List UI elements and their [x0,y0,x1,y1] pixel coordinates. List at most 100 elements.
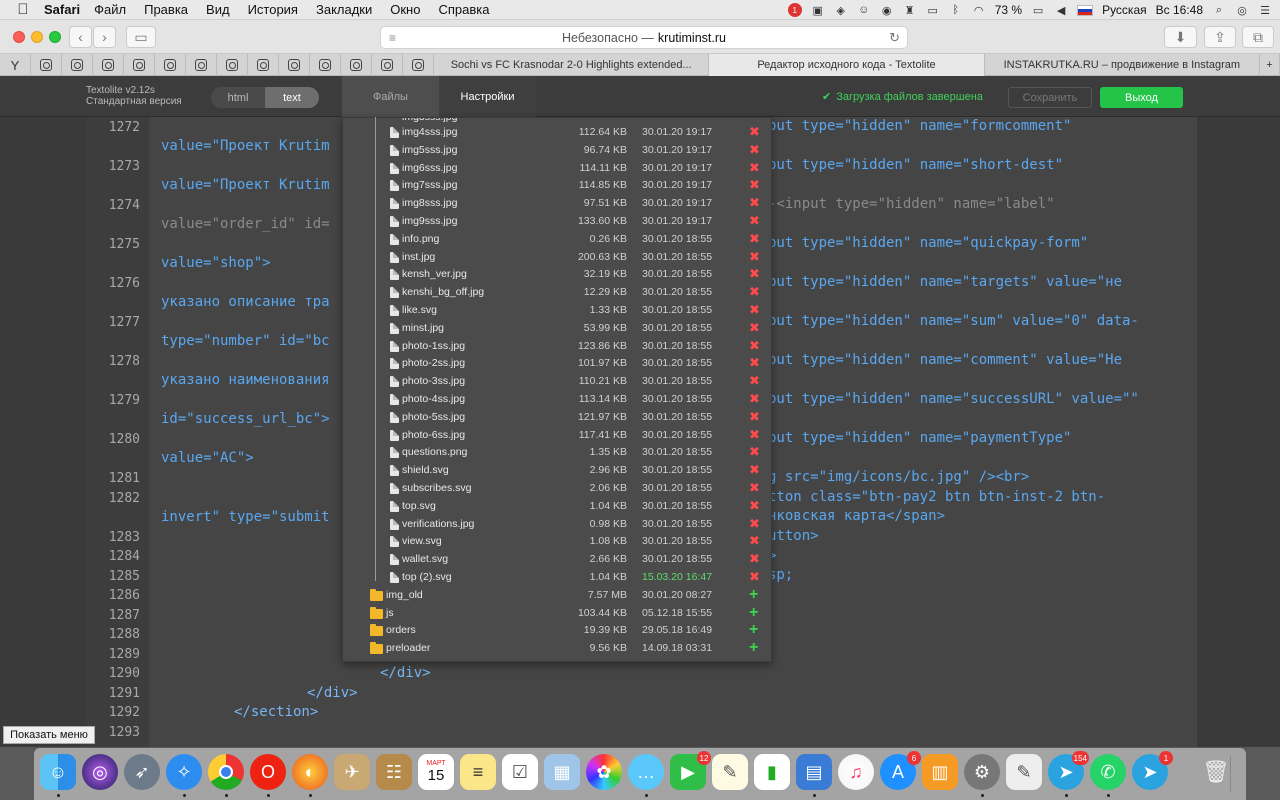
delete-icon[interactable]: ✖ [749,516,760,531]
preview-icon[interactable]: ✈ [334,754,370,790]
file-row[interactable]: img8sss.jpg 97.51 KB 30.01.20 19:17 ✖ [343,195,771,213]
facetime-icon[interactable]: ▶ 12 [670,751,711,790]
downloads-icon[interactable]: ⬇ [1164,26,1197,48]
file-row[interactable]: view.svg 1.08 KB 30.01.20 18:55 ✖ [343,533,771,551]
pinned-tab-instagram-icon[interactable] [62,54,93,76]
delete-icon[interactable]: ✖ [749,552,760,566]
delete-icon[interactable]: ✖ [749,409,760,424]
wifi-icon[interactable]: ◠ [972,3,986,17]
pinned-tab-instagram-icon[interactable] [93,54,124,76]
volume-icon[interactable]: ◀ [1054,3,1068,17]
file-row[interactable]: verifications.jpg 0.98 KB 30.01.20 18:55 ✖ [343,516,771,534]
folder-row[interactable]: img_old 7.57 MB 30.01.20 08:27 + [343,586,771,605]
reload-icon[interactable]: ↻ [889,30,900,46]
delete-icon[interactable]: ✖ [749,285,760,299]
location-icon[interactable]: ◉ [880,3,894,17]
file-row[interactable]: photo-6ss.jpg 117.41 KB 30.01.20 18:55 ✖ [343,427,771,445]
file-row[interactable]: img9sss.jpg 133.60 KB 30.01.20 19:17 ✖ [343,213,771,231]
calendar-icon[interactable]: МАРТ 15 [418,754,454,790]
exit-button[interactable]: Выход [1100,87,1183,108]
firefox-icon[interactable]: ◐ [292,754,328,790]
file-row[interactable]: photo-4ss.jpg 113.14 KB 30.01.20 18:55 ✖ [343,391,771,409]
notification-center-icon[interactable]: ☰ [1258,3,1272,17]
window-minimize-button[interactable] [31,31,43,43]
telegram-icon[interactable]: ➤ 154 [1048,751,1089,790]
file-row[interactable]: photo-1ss.jpg 123.86 KB 30.01.20 18:55 ✖ [343,338,771,356]
delete-icon[interactable]: ✖ [749,231,760,246]
file-row[interactable]: img7sss.jpg 114.85 KB 30.01.20 19:17 ✖ [343,177,771,195]
window-close-button[interactable] [13,31,25,43]
menu-item[interactable]: Справка [438,2,489,17]
pinned-tab-instagram-icon[interactable] [217,54,248,76]
delete-icon[interactable]: ✖ [749,392,760,406]
add-icon[interactable]: + [749,586,758,602]
file-row[interactable]: top (2).svg 1.04 KB 15.03.20 16:47 ✖ [343,569,771,587]
delete-icon[interactable]: ✖ [749,498,760,513]
system-preferences-icon[interactable]: ⚙ [964,754,1000,790]
file-row[interactable]: top.svg 1.04 KB 30.01.20 18:55 ✖ [343,498,771,516]
delete-icon[interactable]: ✖ [749,196,760,210]
pinned-tab-instagram-icon[interactable] [403,54,434,76]
file-row[interactable]: kensh_ver.jpg 32.19 KB 30.01.20 18:55 ✖ [343,266,771,284]
screen-icon[interactable]: ▣ [811,3,825,17]
display-icon[interactable]: ▭ [926,3,940,17]
spotlight-icon[interactable]: ⌕ [1212,3,1226,17]
folder-row[interactable]: orders 19.39 KB 29.05.18 16:49 + [343,622,771,640]
chrome-icon[interactable] [208,754,244,790]
apple-icon[interactable]:  [14,1,32,18]
delete-icon[interactable]: ✖ [749,303,760,317]
menu-item[interactable]: История [248,2,298,17]
input-language[interactable]: Русская [1102,3,1147,17]
file-browser-panel[interactable]: img3sss.jpg img4sss.jpg 112.64 KB 30.01.20 … [342,117,772,662]
file-row[interactable]: inst.jpg 200.63 KB 30.01.20 18:55 ✖ [343,249,771,267]
pinned-tab-instagram-icon[interactable] [186,54,217,76]
telegram-desktop-icon[interactable]: ➤ 1 [1132,751,1173,790]
folder-row[interactable]: js 103.44 KB 05.12.18 15:55 + [343,604,771,623]
file-row[interactable]: photo-3ss.jpg 110.21 KB 30.01.20 18:55 ✖ [343,373,771,391]
trash-icon[interactable]: 🗑 [1198,754,1234,790]
delete-icon[interactable]: ✖ [749,178,760,192]
forward-button[interactable]: › [93,26,116,48]
delete-icon[interactable]: ✖ [749,374,760,388]
delete-icon[interactable]: ✖ [749,338,760,353]
add-icon[interactable]: + [749,622,758,638]
pinned-tab-instagram-icon[interactable] [248,54,279,76]
photos-icon[interactable]: ✿ [586,754,622,790]
hat-icon[interactable]: ♜ [903,3,917,17]
file-row[interactable]: img5sss.jpg 96.74 KB 30.01.20 19:17 ✖ [343,142,771,160]
delete-icon[interactable]: ✖ [749,214,760,228]
whatsapp-icon[interactable]: ✆ [1090,754,1126,790]
save-button[interactable]: Сохранить [1008,87,1092,108]
pinned-tab-instagram-icon[interactable] [31,54,62,76]
delete-icon[interactable]: ✖ [749,320,760,335]
file-row[interactable]: like.svg 1.33 KB 30.01.20 18:55 ✖ [343,302,771,320]
opera-icon[interactable]: O [250,754,286,790]
folder-row[interactable]: preloader 9.56 KB 14.09.18 03:31 + [343,640,771,658]
notes-icon[interactable]: ≡ [460,754,496,790]
pinned-tab-instagram-icon[interactable] [124,54,155,76]
music-icon[interactable]: ♫ [838,754,874,790]
menu-item[interactable]: Файл [94,2,126,17]
contacts-icon[interactable]: ☷ [376,754,412,790]
pinned-tab-instagram-icon[interactable] [372,54,403,76]
add-icon[interactable]: + [749,604,758,620]
file-row[interactable]: kenshi_bg_off.jpg 12.29 KB 30.01.20 18:55 ✖ [343,284,771,302]
reminders-icon[interactable]: ☑ [502,754,538,790]
app-icon[interactable]: ◈ [834,3,848,17]
file-row[interactable]: img4sss.jpg 112.64 KB 30.01.20 19:17 ✖ [343,124,771,142]
safari-icon[interactable]: ✧ [166,754,202,790]
delete-icon[interactable]: ✖ [749,356,760,370]
pinned-tab-instagram-icon[interactable] [155,54,186,76]
pinned-tab-instagram-icon[interactable] [341,54,372,76]
mode-text-button[interactable]: text [265,87,319,108]
file-row[interactable]: photo-2ss.jpg 101.97 KB 30.01.20 18:55 ✖ [343,355,771,373]
delete-icon[interactable]: ✖ [749,160,760,175]
menu-item[interactable]: Закладки [316,2,372,17]
delete-icon[interactable]: ✖ [749,125,760,139]
flag-icon[interactable] [1077,4,1094,16]
sidebar-icon[interactable]: ▭ [126,26,156,48]
app-store-icon[interactable]: A6 [880,751,921,790]
add-icon[interactable]: + [749,640,758,656]
tab-files[interactable]: Файлы [342,76,439,117]
numbers-icon[interactable]: ▮ [754,754,790,790]
